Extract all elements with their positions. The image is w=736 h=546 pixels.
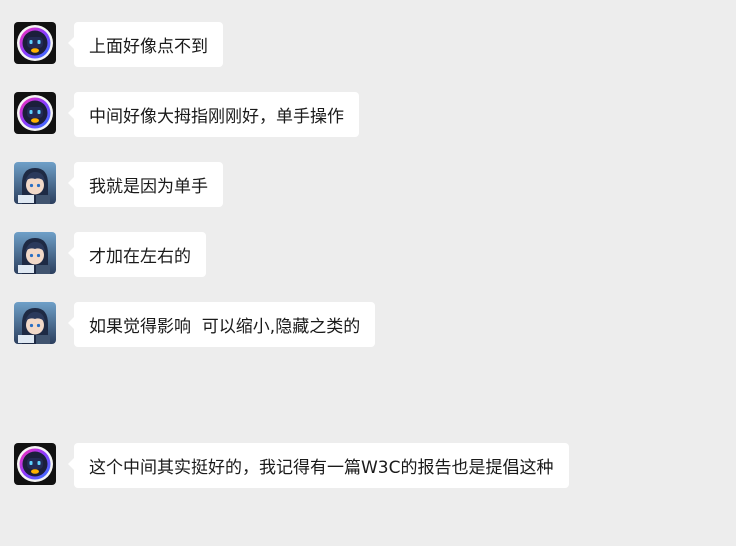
message-text: 如果觉得影响 可以缩小,隐藏之类的 — [89, 317, 361, 337]
message-bubble[interactable]: 我就是因为单手 — [68, 162, 223, 207]
message-text: 这个中间其实挺好的，我记得有一篇W3C的报告也是提倡这种 — [89, 458, 554, 478]
message-bubble[interactable]: 上面好像点不到 — [68, 22, 223, 67]
message-text: 才加在左右的 — [89, 247, 191, 267]
robot-avatar-icon[interactable] — [14, 22, 56, 64]
chat-message: 如果觉得影响 可以缩小,隐藏之类的 — [14, 302, 376, 347]
chat-message: 才加在左右的 — [14, 232, 206, 277]
chat-message: 这个中间其实挺好的，我记得有一篇W3C的报告也是提倡这种 — [14, 443, 569, 488]
anime-hooded-avatar-icon[interactable] — [14, 232, 56, 274]
anime-hooded-avatar-icon[interactable] — [14, 162, 56, 204]
message-bubble[interactable]: 中间好像大拇指刚刚好，单手操作 — [68, 92, 359, 137]
chat-message: 我就是因为单手 — [14, 162, 223, 207]
message-text: 上面好像点不到 — [89, 37, 208, 57]
robot-avatar-icon[interactable] — [14, 92, 56, 134]
message-bubble[interactable]: 如果觉得影响 可以缩小,隐藏之类的 — [67, 302, 376, 347]
message-bubble[interactable]: 才加在左右的 — [68, 232, 206, 277]
chat-message: 上面好像点不到 — [14, 22, 223, 67]
anime-hooded-avatar-icon[interactable] — [14, 302, 56, 344]
message-text: 我就是因为单手 — [89, 177, 208, 197]
message-bubble[interactable]: 这个中间其实挺好的，我记得有一篇W3C的报告也是提倡这种 — [68, 443, 569, 488]
message-text: 中间好像大拇指刚刚好，单手操作 — [89, 107, 344, 127]
robot-avatar-icon[interactable] — [14, 443, 56, 485]
chat-message: 中间好像大拇指刚刚好，单手操作 — [14, 92, 359, 137]
